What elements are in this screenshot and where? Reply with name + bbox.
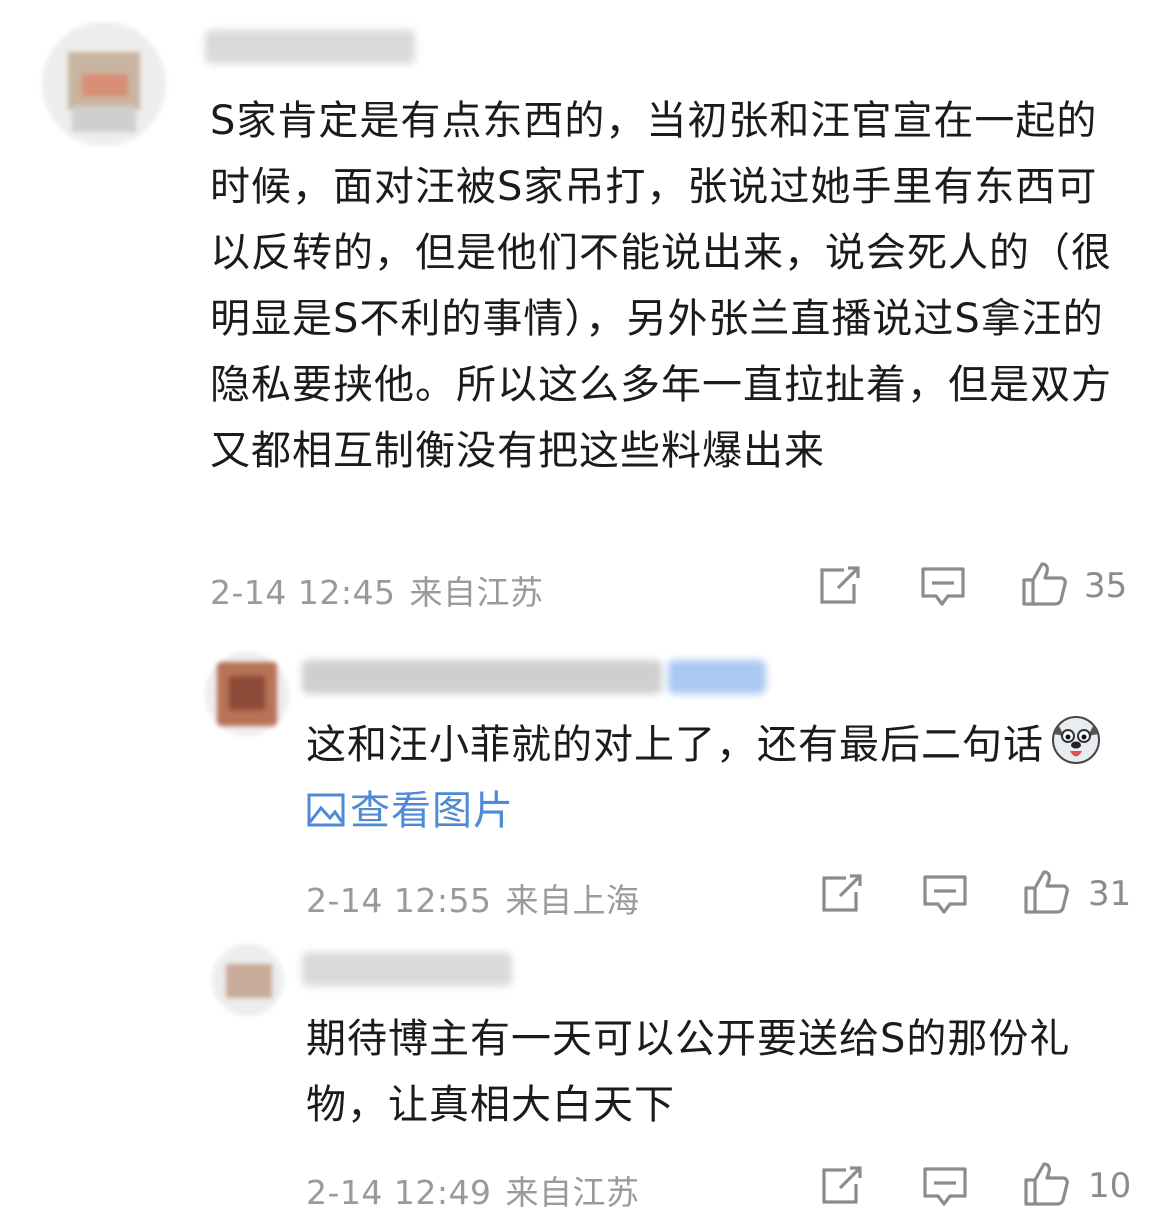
comment-icon[interactable]: [920, 566, 966, 608]
location: 来自上海: [505, 881, 640, 920]
view-image-label: 查看图片: [350, 788, 514, 834]
username-blurred[interactable]: [302, 660, 662, 694]
avatar[interactable]: [205, 652, 289, 736]
comment-text: S家肯定是有点东西的，当初张和汪官宣在一起的时候，面对汪被S家吊打，张说过她手里…: [210, 98, 1112, 474]
comment-text: 这和汪小菲就的对上了，还有最后二句话 查看图片: [306, 712, 1126, 844]
timestamp: 2-14 12:55: [306, 881, 492, 920]
comment-meta: 2-14 12:45 来自江苏: [210, 566, 544, 614]
image-icon: [307, 793, 345, 827]
comment-text-content: 这和汪小菲就的对上了，还有最后二句话: [306, 722, 1044, 768]
thumbs-up-icon[interactable]: [1022, 868, 1070, 916]
comment-item: 期待博主有一天可以公开要送给S的那份礼物，让真相大白天下 2-14 12:49 来…: [0, 930, 1170, 1232]
share-icon[interactable]: [818, 566, 864, 606]
location: 来自江苏: [505, 1173, 640, 1212]
comment-icon[interactable]: [922, 874, 968, 916]
thumbs-up-icon[interactable]: [1020, 560, 1068, 608]
comment-icon[interactable]: [922, 1166, 968, 1208]
timestamp: 2-14 12:49: [306, 1173, 492, 1212]
share-icon[interactable]: [820, 1166, 866, 1206]
husky-emoji-icon: [1052, 716, 1100, 764]
like-count: 31: [1088, 874, 1132, 914]
user-badge-blurred: [668, 660, 766, 694]
timestamp: 2-14 12:45: [210, 573, 396, 612]
comment-meta: 2-14 12:49 来自江苏: [306, 1166, 640, 1214]
like-count: 35: [1084, 566, 1128, 606]
comment-meta: 2-14 12:55 来自上海: [306, 874, 640, 922]
thumbs-up-icon[interactable]: [1022, 1160, 1070, 1208]
comment-item: 这和汪小菲就的对上了，还有最后二句话 查看图片 2-14 12:55 来自上海 3…: [0, 630, 1170, 930]
like-count: 10: [1088, 1166, 1132, 1206]
username-blurred[interactable]: [205, 30, 415, 64]
comment-text: 期待博主有一天可以公开要送给S的那份礼物，让真相大白天下: [306, 1016, 1071, 1128]
share-icon[interactable]: [820, 874, 866, 914]
view-image-link[interactable]: 查看图片: [306, 788, 514, 834]
avatar[interactable]: [42, 22, 166, 146]
avatar[interactable]: [212, 944, 284, 1016]
location: 来自江苏: [409, 573, 544, 612]
username-blurred[interactable]: [302, 952, 512, 986]
comment-item: S家肯定是有点东西的，当初张和汪官宣在一起的时候，面对汪被S家吊打，张说过她手里…: [0, 0, 1170, 630]
